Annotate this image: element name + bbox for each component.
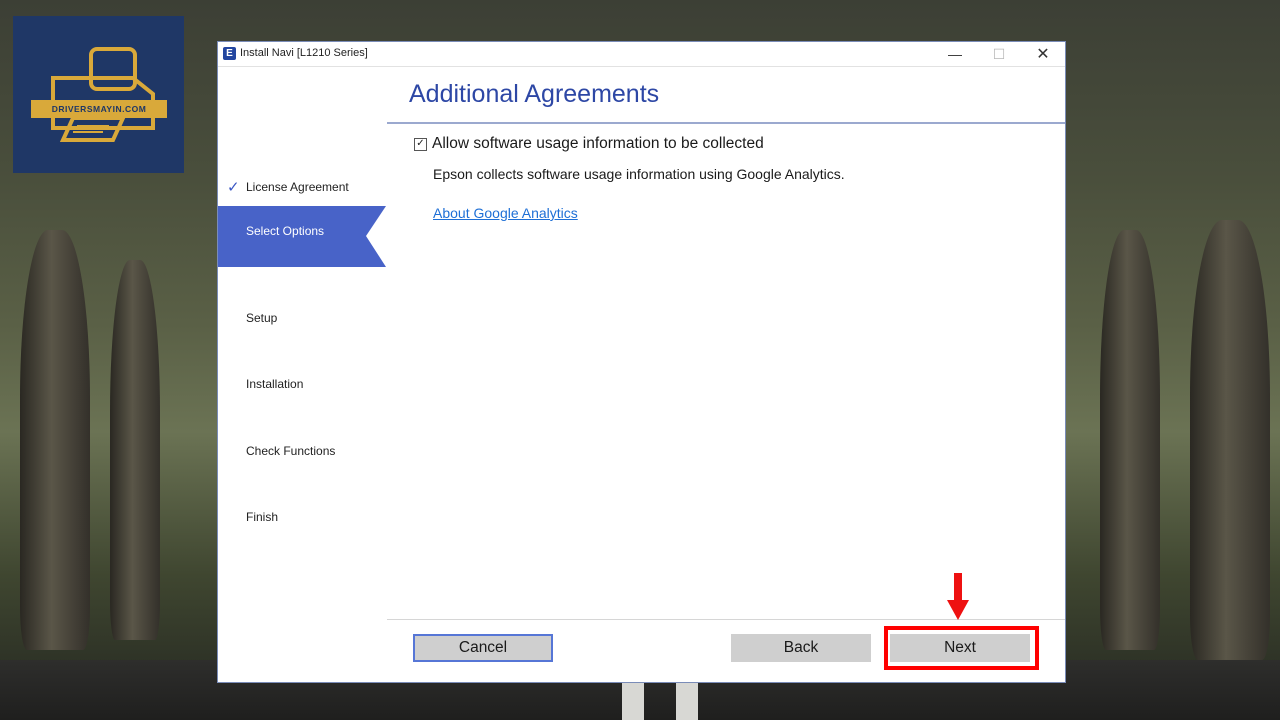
window-title: Install Navi [L1210 Series] [240,47,368,59]
usage-consent-checkbox[interactable]: ✓ [414,137,427,151]
step-finish: Finish [218,507,386,529]
tree-trunk [20,230,90,650]
close-button[interactable]: ✕ [1021,42,1065,66]
step-label: Select Options [246,224,325,238]
printer-icon [51,47,155,142]
step-check-functions: Check Functions [218,441,386,463]
tree-trunk [110,260,160,640]
steps-sidebar: ✓ License Agreement Select Options Setup… [218,67,386,682]
title-bar: E Install Navi [L1210 Series] — ☐ ✕ [218,42,1065,67]
usage-consent-label: Allow software usage information to be c… [432,135,764,152]
step-installation: Installation [218,374,386,396]
tree-trunk [1100,230,1160,650]
step-select-options: Select Options [218,206,386,267]
app-icon: E [223,47,236,60]
usage-consent-option[interactable]: ✓ Allow software usage information to be… [414,135,764,153]
tree-trunk [1190,220,1270,660]
back-button[interactable]: Back [731,634,871,662]
next-highlight-box [884,626,1039,670]
road-marking [622,680,644,720]
minimize-button[interactable]: — [933,42,977,66]
road-marking [676,680,698,720]
logo-text: DRIVERSMAYIN.COM [31,100,167,118]
about-google-analytics-link[interactable]: About Google Analytics [433,205,578,221]
step-label: Check Functions [246,444,336,458]
step-license-agreement: ✓ License Agreement [218,177,386,199]
cancel-button[interactable]: Cancel [413,634,553,662]
maximize-button[interactable]: ☐ [977,42,1021,66]
installer-window: E Install Navi [L1210 Series] — ☐ ✕ ✓ Li… [218,42,1065,682]
step-label: License Agreement [246,180,349,194]
consent-description: Epson collects software usage informatio… [433,166,845,182]
page-title: Additional Agreements [409,80,660,108]
down-arrow-head [947,600,969,620]
step-label: Setup [246,311,278,325]
down-arrow-icon [954,573,962,601]
step-setup: Setup [218,308,386,330]
site-logo: DRIVERSMAYIN.COM [13,16,184,173]
checkmark-icon: ✓ [227,179,240,196]
active-step-pointer [366,206,386,267]
step-label: Finish [246,510,279,524]
title-divider [387,122,1065,124]
step-label: Installation [246,377,304,391]
